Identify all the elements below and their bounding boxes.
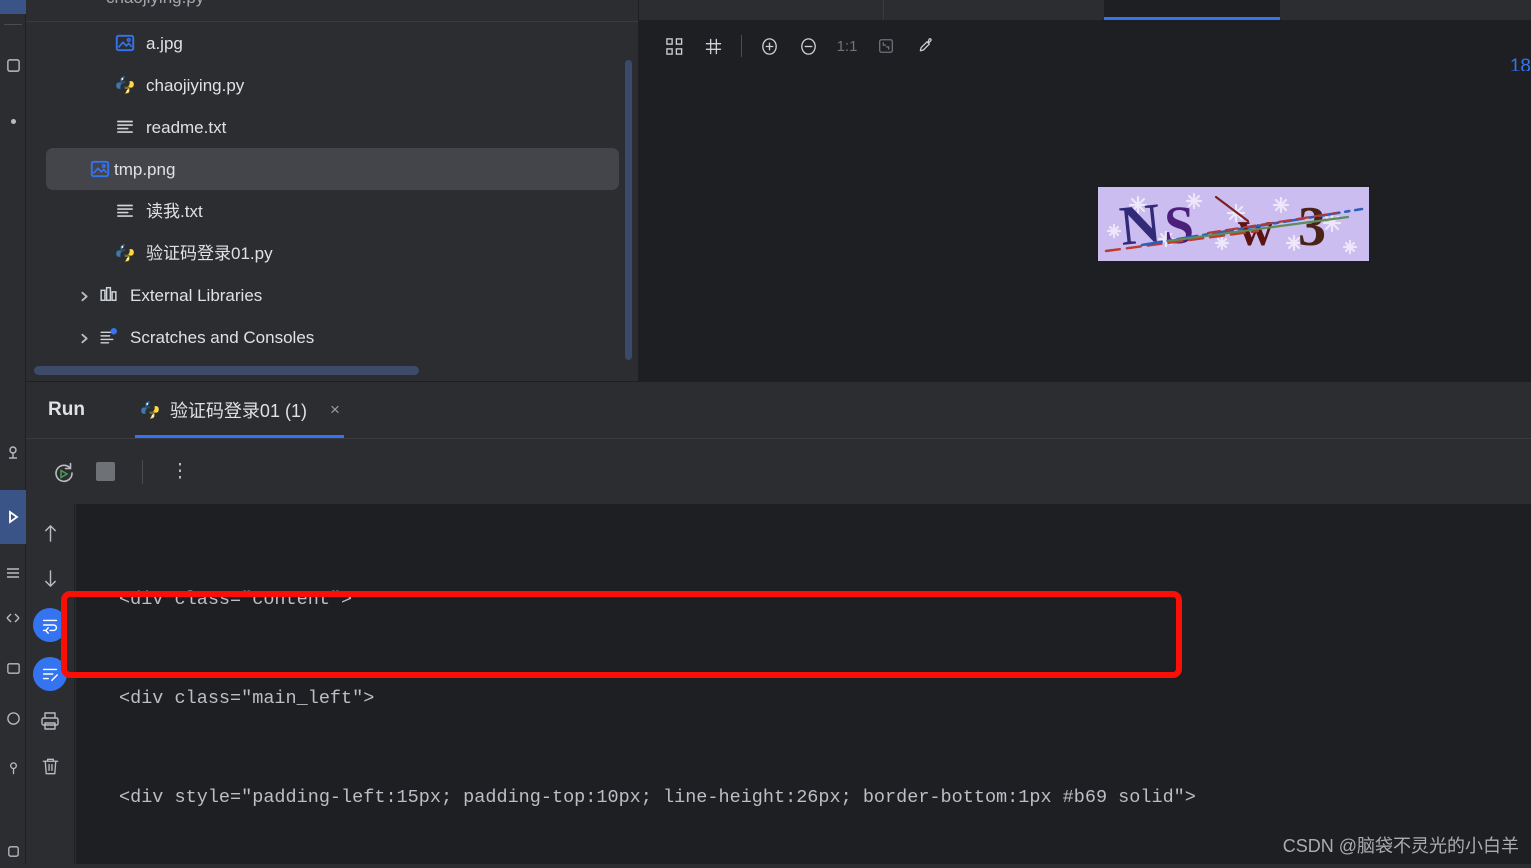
tree-item-yanzhengma-py[interactable]: 验证码登录01.py — [26, 232, 638, 274]
svg-text:N: N — [1117, 192, 1164, 258]
actual-size-label: 1:1 — [836, 37, 858, 55]
services-icon[interactable] — [0, 560, 26, 586]
editor-tab-clipped-1[interactable] — [639, 0, 884, 20]
run-header: Run 验证码登录01 (1) × — [26, 382, 1531, 438]
text-file-icon — [114, 200, 136, 222]
scroll-up-icon[interactable] — [35, 518, 65, 548]
python-packages-icon[interactable] — [0, 755, 26, 781]
close-icon[interactable]: × — [330, 400, 340, 420]
tree-item-label: 读我.txt — [146, 201, 203, 221]
captcha-image: N S w 3 — [1098, 187, 1369, 261]
editor-tab-active[interactable] — [1104, 0, 1280, 20]
toolbar-separator — [142, 459, 143, 484]
tree-item-a-jpg[interactable]: a.jpg — [26, 22, 638, 64]
run-tool-window: Run 验证码登录01 (1) × ⋮ <div class="content"… — [26, 381, 1531, 868]
zoom-out-icon[interactable] — [791, 29, 825, 63]
python-file-icon — [114, 74, 136, 96]
ide-window: chaojiying.py a.jpg — [0, 0, 1531, 868]
toggle-grid-icon[interactable] — [696, 29, 730, 63]
toggle-transparency-chessboard-icon[interactable] — [657, 29, 691, 63]
tree-item-external-libraries[interactable]: External Libraries — [26, 274, 638, 316]
console-line: <div style="padding-left:15px; padding-t… — [119, 787, 1196, 808]
chevron-right-icon[interactable] — [78, 330, 92, 344]
clear-all-trash-icon[interactable] — [35, 751, 65, 781]
bottom-strip — [0, 864, 1531, 868]
tree-item-label: 验证码登录01.py — [146, 243, 273, 263]
tree-item-readme-txt[interactable]: readme.txt — [26, 106, 638, 148]
console-gutter-toolbar — [26, 504, 75, 868]
console-line: <div class="content"> — [119, 589, 353, 610]
tree-item-tmp-png[interactable]: tmp.png — [46, 148, 619, 190]
strip-divider — [4, 24, 22, 25]
problems-icon[interactable] — [0, 705, 26, 731]
bookmarks-dot-icon[interactable] — [0, 108, 26, 134]
sidebar-item-run-selected[interactable] — [0, 490, 26, 544]
project-tree-clipped-row: chaojiying.py — [26, 0, 638, 22]
notifications-icon[interactable] — [0, 655, 26, 681]
zoom-in-icon[interactable] — [752, 29, 786, 63]
image-file-icon — [114, 32, 136, 54]
svg-text:3: 3 — [1298, 196, 1326, 258]
color-picker-icon[interactable] — [908, 29, 942, 63]
terminal-icon[interactable] — [0, 605, 26, 631]
print-icon[interactable] — [35, 706, 65, 736]
tree-item-label: External Libraries — [130, 285, 263, 305]
console-output[interactable]: <div class="content"> <div class="main_l… — [76, 504, 1531, 868]
project-tree: a.jpg chaojiying.py readme.txt tmp.png 读… — [26, 22, 638, 358]
image-viewer-toolbar: 1:1 18 — [639, 21, 1531, 77]
project-window-icon[interactable] — [0, 52, 26, 78]
use-console-input-icon[interactable] — [33, 657, 67, 691]
actual-size-button[interactable]: 1:1 — [830, 29, 864, 63]
svg-text:S: S — [1164, 195, 1194, 255]
tree-item-label: tmp.png — [114, 159, 176, 179]
tree-item-label: Scratches and Consoles — [130, 327, 315, 347]
project-horizontal-scrollbar[interactable] — [34, 366, 419, 375]
tree-item-label: a.jpg — [146, 33, 183, 53]
watermark-text: CSDN @脑袋不灵光的小白羊 — [1282, 836, 1519, 856]
image-canvas[interactable]: N S w 3 — [639, 71, 1531, 381]
scratches-icon — [98, 326, 120, 348]
python-file-icon — [114, 242, 136, 264]
run-configuration-tab[interactable]: 验证码登录01 (1) × — [134, 382, 344, 438]
library-icon — [98, 284, 120, 306]
tree-item-label: readme.txt — [146, 117, 227, 137]
settings-icon[interactable] — [0, 838, 26, 864]
run-window-title: Run — [48, 399, 85, 420]
clipped-row-label: chaojiying.py — [106, 0, 204, 8]
structure-icon[interactable] — [0, 440, 26, 466]
console-line: <div class="main_left"> — [119, 688, 375, 709]
tree-item-duwo-txt[interactable]: 读我.txt — [26, 190, 638, 232]
tree-item-label: chaojiying.py — [146, 75, 245, 95]
tool-window-strip — [0, 0, 26, 868]
image-editor: 1:1 18 N S w 3 — [639, 0, 1531, 381]
fit-to-window-icon[interactable] — [869, 29, 903, 63]
scroll-down-icon[interactable] — [35, 563, 65, 593]
project-tool-window: chaojiying.py a.jpg — [26, 0, 639, 381]
stop-button[interactable] — [88, 455, 122, 489]
image-file-icon — [89, 158, 111, 180]
run-tab-label: 验证码登录01 (1) — [169, 401, 307, 421]
more-options-button[interactable]: ⋮ — [163, 455, 197, 489]
tree-item-chaojiying-py[interactable]: chaojiying.py — [26, 64, 638, 106]
text-file-icon — [114, 116, 136, 138]
chevron-right-icon[interactable] — [78, 288, 92, 302]
soft-wrap-icon[interactable] — [33, 608, 67, 642]
vertical-dots-icon: ⋮ — [170, 461, 190, 482]
rerun-button[interactable] — [46, 455, 80, 489]
editor-tab-clipped-2[interactable] — [885, 0, 1103, 20]
editor-tab-bar — [639, 0, 1531, 20]
stop-square-icon — [95, 462, 115, 481]
run-toolbar: ⋮ — [26, 439, 1531, 504]
tree-item-scratches-and-consoles[interactable]: Scratches and Consoles — [26, 316, 638, 358]
project-vertical-scrollbar[interactable] — [625, 60, 632, 360]
strip-top-accent — [0, 0, 26, 14]
toolbar-separator — [741, 35, 742, 57]
python-file-icon — [139, 399, 161, 421]
editor-tab-clipped-3[interactable] — [1281, 0, 1531, 20]
